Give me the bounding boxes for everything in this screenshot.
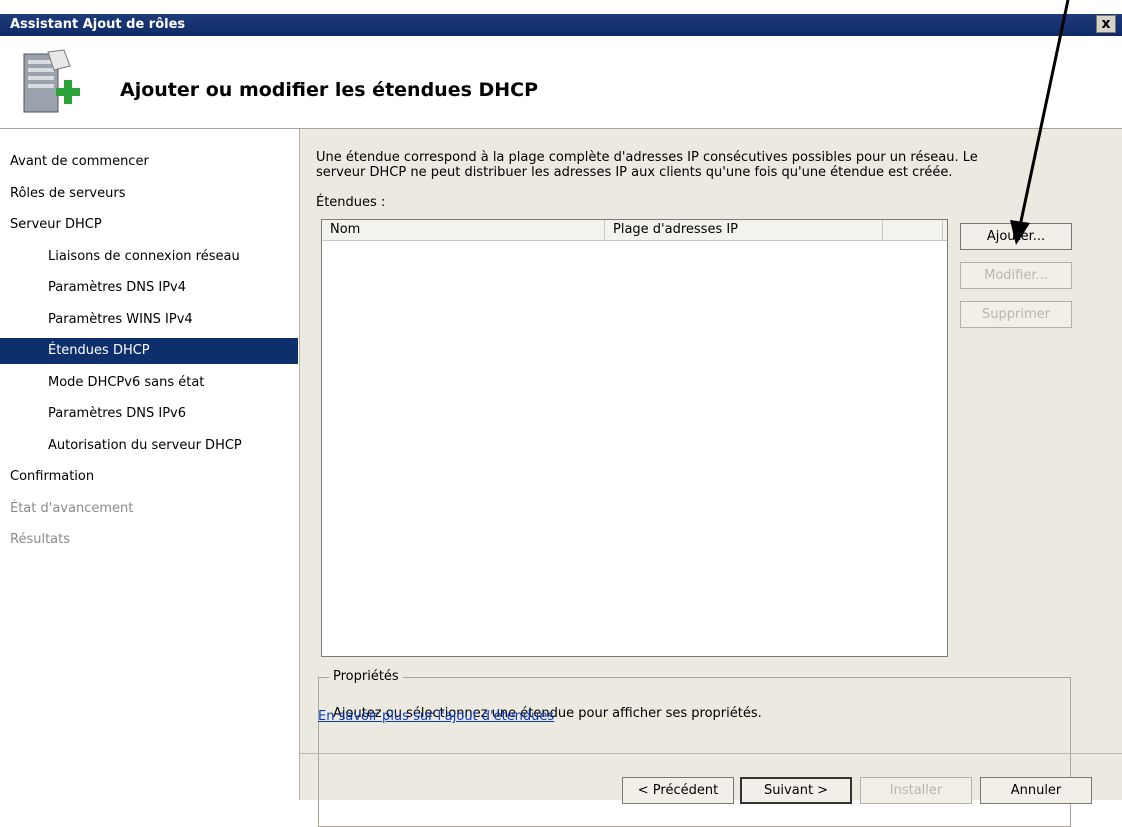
scopes-label: Étendues : [316,195,386,210]
intro-text: Une étendue correspond à la plage complè… [316,150,1016,180]
nav-item-label: Paramètres WINS IPv4 [48,312,193,327]
nav-item-label: Rôles de serveurs [10,186,126,201]
server-add-icon [23,49,80,113]
properties-legend: Propriétés [329,669,403,684]
close-button[interactable]: x [1096,15,1116,33]
nav-item-serveur-dhcp[interactable]: Serveur DHCP [0,212,298,238]
add-button[interactable]: Ajouter... [960,223,1072,250]
nav-item-dns-ipv4[interactable]: Paramètres DNS IPv4 [0,275,298,301]
nav-item-dhcpv6[interactable]: Mode DHCPv6 sans état [0,370,298,396]
nav-item-label: Liaisons de connexion réseau [48,249,240,264]
modify-button[interactable]: Modifier... [960,262,1072,289]
nav-item-etendues-dhcp[interactable]: Étendues DHCP [0,338,298,364]
nav-item-confirmation[interactable]: Confirmation [0,464,298,490]
nav-item-avant-de-commencer[interactable]: Avant de commencer [0,149,298,175]
list-header: Nom Plage d'adresses IP [322,220,947,241]
wizard-nav: Avant de commencer Rôles de serveurs Ser… [0,129,298,800]
window-titlebar: Assistant Ajout de rôles x [0,14,1122,36]
footer-separator [300,753,1122,754]
nav-item-wins-ipv4[interactable]: Paramètres WINS IPv4 [0,307,298,333]
nav-item-label: Étendues DHCP [48,343,150,358]
nav-item-label: Serveur DHCP [10,217,102,232]
window-title: Assistant Ajout de rôles [10,17,186,32]
nav-item-label: Résultats [10,532,71,547]
intro-line: serveur DHCP ne peut distribuer les adre… [316,165,953,180]
page-title: Ajouter ou modifier les étendues DHCP [120,79,539,101]
nav-item-label: Mode DHCPv6 sans état [48,375,205,390]
nav-item-etat-avancement: État d'avancement [0,496,298,522]
nav-item-resultats: Résultats [0,527,298,553]
nav-item-roles-de-serveurs[interactable]: Rôles de serveurs [0,181,298,207]
wizard-content: Une étendue correspond à la plage complè… [299,129,1122,827]
nav-item-dns-ipv6[interactable]: Paramètres DNS IPv6 [0,401,298,427]
column-header-nom[interactable]: Nom [322,220,605,240]
wizard-header: Ajouter ou modifier les étendues DHCP [0,36,1122,129]
nav-item-label: Confirmation [10,469,95,484]
delete-button[interactable]: Supprimer [960,301,1072,328]
nav-item-liaisons[interactable]: Liaisons de connexion réseau [0,244,298,270]
nav-item-label: Paramètres DNS IPv4 [48,280,187,295]
nav-item-autorisation[interactable]: Autorisation du serveur DHCP [0,433,298,459]
learn-more-link[interactable]: En savoir plus sur l'ajout d'étendues [318,709,554,724]
nav-item-label: Autorisation du serveur DHCP [48,438,242,453]
column-header-empty[interactable] [883,220,943,240]
nav-item-label: Avant de commencer [10,154,149,169]
nav-item-label: Paramètres DNS IPv6 [48,406,187,421]
nav-item-label: État d'avancement [10,501,134,516]
intro-line: Une étendue correspond à la plage complè… [316,150,978,165]
column-header-plage[interactable]: Plage d'adresses IP [605,220,883,240]
scopes-list[interactable]: Nom Plage d'adresses IP [321,219,948,657]
properties-group: Propriétés Ajoutez ou sélectionnez une é… [318,669,1071,827]
